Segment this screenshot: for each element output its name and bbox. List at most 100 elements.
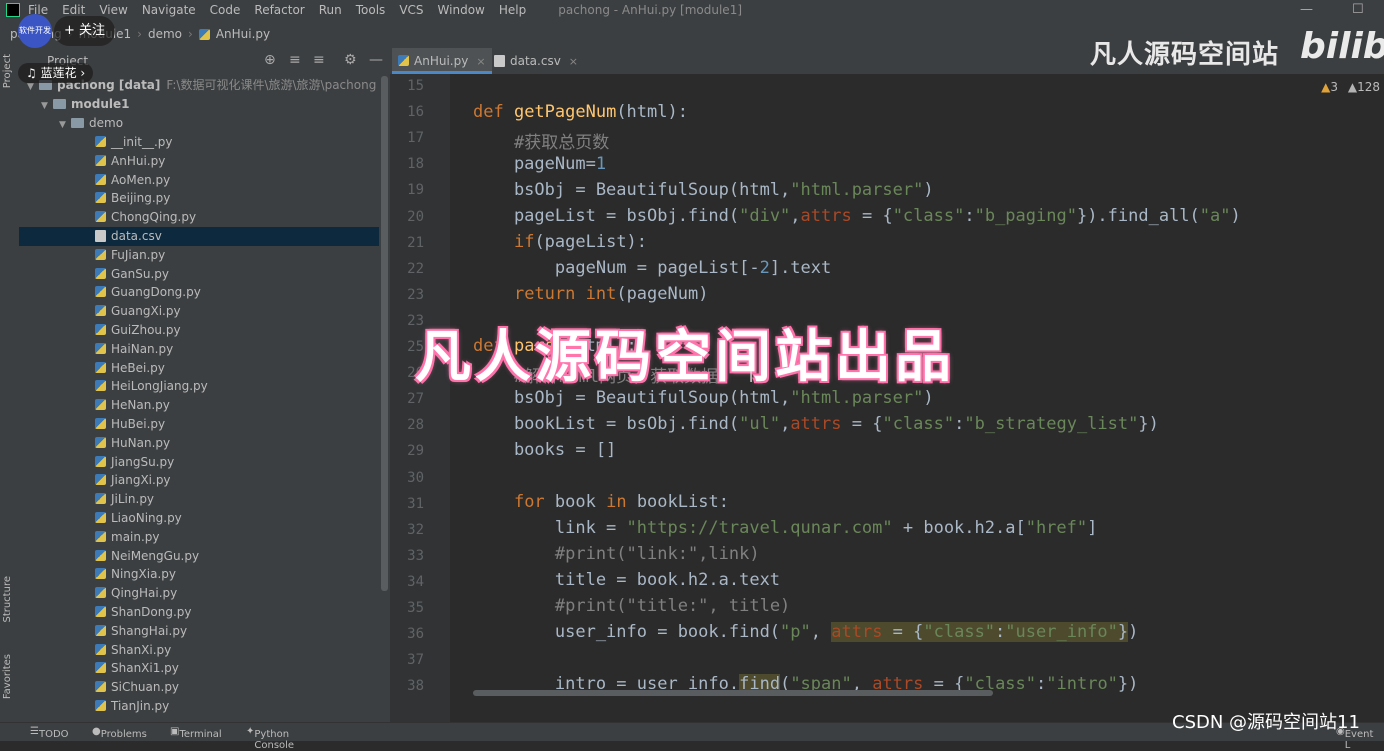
problems-label: Problems: [100, 729, 147, 740]
python-console-button[interactable]: ✦ Python Console: [246, 726, 294, 751]
tab-label: data.csv: [510, 54, 561, 68]
structure-tool-tab[interactable]: Structure: [2, 576, 13, 623]
python-file-icon: [95, 549, 106, 561]
close-icon[interactable]: ×: [476, 55, 485, 68]
code-editor[interactable]: ▲3 ▲128 15 16 17 18 19 20 21 22 23 23 25 26 27 28 29 30…: [390, 74, 1384, 722]
tree-file-item[interactable]: main.py: [19, 528, 379, 547]
line-number: 17: [407, 130, 424, 147]
locate-icon[interactable]: ⊕: [264, 52, 276, 68]
collapse-all-icon[interactable]: ≡: [313, 52, 325, 68]
gear-icon[interactable]: ⚙: [344, 52, 357, 68]
code-line: link = "https://travel.qunar.com" + book…: [473, 518, 1098, 538]
tab-label: AnHui.py: [414, 54, 469, 68]
python-file-icon: [95, 568, 106, 580]
file-label: GuiZhou.py: [111, 323, 181, 337]
tree-file-item[interactable]: AoMen.py: [19, 171, 379, 190]
python-file-icon: [95, 286, 106, 298]
line-number: 37: [407, 652, 424, 669]
editor-horizontal-scrollbar[interactable]: [473, 690, 993, 696]
tree-file-item[interactable]: TianJin.py: [19, 697, 379, 716]
hide-panel-icon[interactable]: —: [369, 52, 383, 68]
tree-scrollbar-thumb[interactable]: [381, 76, 388, 591]
code-line: #print("title:", title): [554, 596, 791, 616]
menu-help[interactable]: Help: [499, 3, 526, 17]
tree-file-item[interactable]: JiangXi.py: [19, 471, 379, 490]
tree-file-item[interactable]: ShanXi1.py: [19, 659, 379, 678]
tree-file-item[interactable]: GuiZhou.py: [19, 321, 379, 340]
tree-file-item[interactable]: NeiMengGu.py: [19, 547, 379, 566]
code-line: books = []: [473, 440, 617, 460]
tree-scrollbar[interactable]: [379, 74, 390, 722]
python-file-icon: [95, 700, 106, 711]
music-badge[interactable]: ♫ 蓝莲花 ›: [18, 63, 94, 83]
problems-button[interactable]: ● Problems: [92, 726, 147, 740]
tree-file-item[interactable]: ShanXi.py: [19, 641, 379, 660]
breadcrumb-folder[interactable]: demo: [148, 27, 182, 41]
tree-file-item[interactable]: AnHui.py: [19, 152, 379, 171]
favorites-tool-tab[interactable]: Favorites: [2, 654, 13, 699]
tree-module[interactable]: ▼ module1: [19, 95, 379, 114]
project-tool-tab[interactable]: Project: [2, 54, 13, 88]
menu-refactor[interactable]: Refactor: [254, 3, 304, 17]
menu-view[interactable]: View: [99, 3, 127, 17]
python-file-icon: [95, 624, 106, 636]
close-icon[interactable]: ×: [569, 55, 578, 68]
tree-file-item[interactable]: GuangXi.py: [19, 302, 379, 321]
inspection-widget[interactable]: ▲3 ▲128: [1321, 80, 1380, 94]
tree-file-item[interactable]: ShangHai.py: [19, 622, 379, 641]
follow-button[interactable]: + 关注: [54, 16, 116, 46]
todo-button[interactable]: ☰ TODO: [30, 726, 69, 740]
tree-file-item[interactable]: data.csv: [19, 227, 379, 246]
tree-file-item[interactable]: JiLin.py: [19, 490, 379, 509]
tree-file-item[interactable]: HeBei.py: [19, 359, 379, 378]
file-label: AnHui.py: [111, 153, 166, 168]
tree-file-item[interactable]: GanSu.py: [19, 265, 379, 284]
tree-file-item[interactable]: HeNan.py: [19, 396, 379, 415]
menu-navigate[interactable]: Navigate: [142, 3, 196, 17]
terminal-button[interactable]: ▣ Terminal: [170, 726, 222, 740]
tree-file-item[interactable]: JiangSu.py: [19, 453, 379, 472]
tree-file-item[interactable]: Beijing.py: [19, 189, 379, 208]
tree-file-item[interactable]: FuJian.py: [19, 246, 379, 265]
menu-run[interactable]: Run: [319, 3, 342, 17]
bilibili-logo: bilib: [1300, 26, 1384, 67]
tree-file-item[interactable]: HuNan.py: [19, 434, 379, 453]
file-label: HuNan.py: [111, 435, 171, 450]
tree-file-item[interactable]: ShanDong.py: [19, 603, 379, 622]
csv-file-icon: [494, 55, 505, 67]
file-label: __init__.py: [111, 135, 173, 149]
tree-folder-demo[interactable]: ▼ demo: [19, 114, 379, 133]
tree-file-item[interactable]: __init__.py: [19, 133, 379, 152]
menu-code[interactable]: Code: [210, 3, 241, 17]
tree-file-item[interactable]: LiaoNing.py: [19, 509, 379, 528]
python-file-icon: [95, 324, 106, 335]
menu-edit[interactable]: Edit: [62, 3, 85, 17]
menu-window[interactable]: Window: [438, 3, 485, 17]
tree-file-item[interactable]: NingXia.py: [19, 565, 379, 584]
tree-file-item[interactable]: SiChuan.py: [19, 678, 379, 697]
menu-vcs[interactable]: VCS: [399, 3, 423, 17]
tree-file-item[interactable]: QingHai.py: [19, 584, 379, 603]
tree-file-item[interactable]: HeiLongJiang.py: [19, 377, 379, 396]
menu-tools[interactable]: Tools: [356, 3, 386, 17]
code-line: #获取总页数: [513, 133, 610, 153]
file-label: ShanXi1.py: [111, 661, 179, 676]
tree-file-item[interactable]: GuangDong.py: [19, 283, 379, 302]
tab-anhui[interactable]: AnHui.py ×: [392, 48, 492, 74]
expand-all-icon[interactable]: ≡: [289, 52, 301, 68]
line-number: 38: [407, 678, 424, 695]
python-file-icon: [95, 136, 106, 147]
file-label: data.csv: [111, 229, 162, 243]
weak-warning-icon: ▲: [1347, 80, 1358, 94]
breadcrumb-file[interactable]: AnHui.py: [216, 27, 270, 41]
csdn-watermark: CSDN @源码空间站11: [1172, 712, 1360, 733]
minimize-icon[interactable]: —: [1300, 2, 1313, 17]
line-number: 20: [407, 208, 424, 225]
tree-file-item[interactable]: HaiNan.py: [19, 340, 379, 359]
python-file-icon: [95, 418, 106, 429]
maximize-icon[interactable]: ☐: [1352, 2, 1364, 17]
tree-file-item[interactable]: HuBei.py: [19, 415, 379, 434]
tab-data-csv[interactable]: data.csv ×: [488, 48, 584, 74]
avatar[interactable]: 软件开发: [18, 14, 52, 48]
tree-file-item[interactable]: ChongQing.py: [19, 208, 379, 227]
